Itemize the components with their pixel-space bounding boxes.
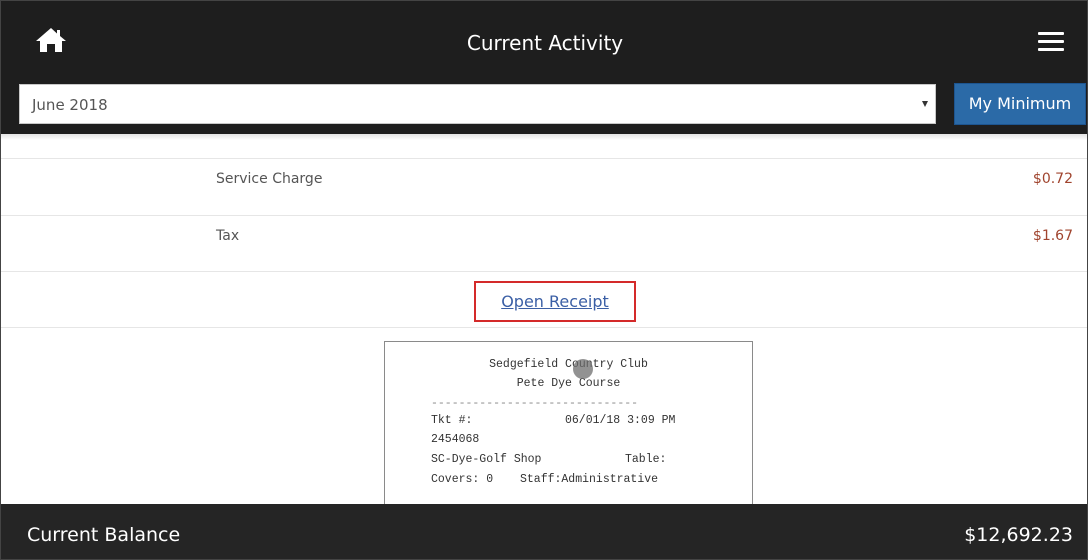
line-item-amount: $1.67 [1032, 228, 1073, 244]
line-item-amount: $0.72 [1032, 171, 1073, 187]
app-frame: Current Activity June 2018 My Minimum Se… [0, 0, 1088, 560]
balance-bar: Current Balance $12,692.23 [1, 504, 1087, 559]
filter-bar: June 2018 My Minimum [1, 74, 1087, 134]
my-minimum-button[interactable]: My Minimum [954, 83, 1086, 125]
receipt-staff: Staff:Administrative [520, 473, 659, 486]
receipt-ticket-number: 2454068 [431, 433, 480, 446]
month-select[interactable]: June 2018 [19, 84, 936, 124]
receipt-preview: Sedgefield Country Club Pete Dye Course … [384, 341, 753, 504]
receipt-table-label: Table: [625, 453, 667, 466]
hamburger-menu-icon[interactable] [1038, 32, 1064, 51]
row-divider [1, 215, 1087, 216]
balance-label: Current Balance [27, 524, 181, 546]
receipt-covers: Covers: 0 [431, 473, 494, 486]
open-receipt-label: Open Receipt [501, 292, 609, 311]
open-receipt-link[interactable]: Open Receipt [474, 281, 636, 322]
top-header: Current Activity [1, 1, 1087, 74]
chevron-down-icon [922, 101, 928, 107]
row-divider [1, 158, 1087, 159]
receipt-club-name: Sedgefield Country Club [489, 358, 648, 371]
receipt-course-name: Pete Dye Course [516, 377, 621, 390]
receipt-ticket-label: Tkt #: [431, 414, 473, 427]
line-item-label: Tax [216, 228, 240, 244]
receipt-divider: ------------------------------ [431, 397, 639, 410]
month-select-value: June 2018 [32, 96, 108, 114]
row-divider [1, 327, 1087, 328]
activity-content[interactable]: Service Charge $0.72 Tax $1.67 Open Rece… [1, 134, 1087, 504]
page-title: Current Activity [466, 31, 624, 55]
content-top-shadow [1, 134, 1087, 140]
balance-value: $12,692.23 [964, 524, 1073, 546]
touch-cursor-indicator [573, 359, 593, 379]
receipt-location: SC-Dye-Golf Shop [431, 453, 542, 466]
row-divider [1, 271, 1087, 272]
line-item-label: Service Charge [216, 171, 323, 187]
receipt-ticket-datetime: 06/01/18 3:09 PM [565, 414, 676, 427]
